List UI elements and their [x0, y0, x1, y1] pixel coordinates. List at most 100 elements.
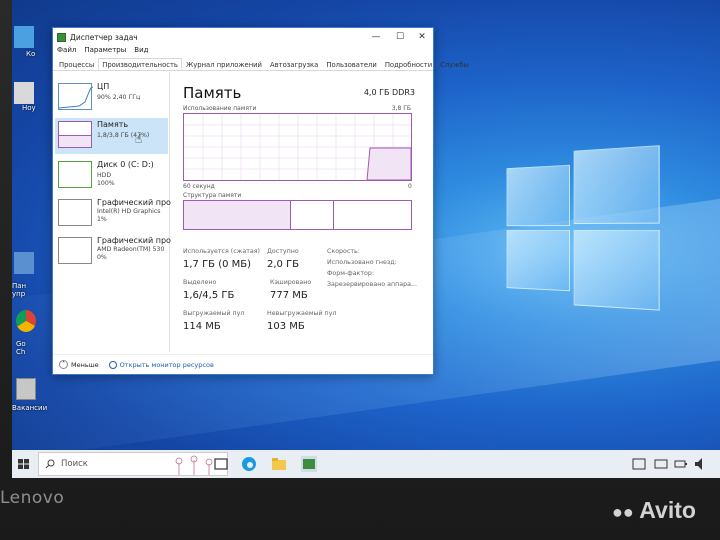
tab-startup[interactable]: Автозагрузка — [266, 58, 322, 70]
network-icon[interactable] — [652, 455, 670, 473]
volume-icon[interactable] — [692, 455, 710, 473]
window-title: Диспетчер задач — [70, 33, 138, 42]
desktop-icon-label: Go Ch — [16, 340, 34, 356]
performance-panel: ЦП 90% 2,40 ГГц Память 1,8/3,8 ГБ (47%) … — [53, 72, 433, 374]
speed-label: Скорость: — [327, 248, 360, 255]
sidebar-item-value: 0% — [97, 254, 107, 261]
committed-label: Выделено — [183, 279, 216, 286]
sidebar-item-value: 1% — [97, 216, 107, 223]
search-placeholder: Поиск — [61, 459, 88, 469]
resource-monitor-label: Открыть монитор ресурсов — [120, 361, 214, 369]
resource-list: ЦП 90% 2,40 ГГц Память 1,8/3,8 ГБ (47%) … — [53, 72, 170, 352]
graph-time-right: 0 — [408, 183, 412, 190]
windows-start-icon — [12, 450, 36, 478]
memory-usage-graph — [183, 113, 412, 181]
sidebar-item-label: ЦП — [97, 82, 109, 91]
search-input[interactable]: Поиск — [38, 452, 228, 476]
memory-spec: 4,0 ГБ DDR3 — [364, 88, 415, 97]
memory-details: Память 4,0 ГБ DDR3 Использование памяти … — [181, 72, 433, 352]
close-button[interactable]: ✕ — [415, 31, 429, 43]
structure-standby — [335, 201, 411, 229]
sidebar-item-cpu[interactable]: ЦП 90% 2,40 ГГц — [55, 80, 168, 116]
logo-pane — [574, 230, 660, 311]
fewer-details-button[interactable]: ˄ Меньше — [59, 360, 99, 369]
in-use-label: Используется (сжатая) — [183, 248, 260, 255]
tab-app-history[interactable]: Журнал приложений — [182, 58, 266, 70]
memory-thumbnail — [58, 121, 92, 148]
usage-graph-label: Использование памяти — [183, 105, 256, 112]
nonpaged-pool-value: 103 МБ — [267, 321, 305, 332]
search-icon — [45, 459, 55, 469]
menu-options[interactable]: Параметры — [84, 46, 126, 58]
gpu-thumbnail — [58, 237, 92, 264]
in-use-value: 1,7 ГБ (0 МБ) — [183, 259, 251, 270]
tab-details[interactable]: Подробности — [381, 58, 436, 70]
taskbar: Поиск — [12, 450, 720, 478]
usage-grid — [184, 114, 411, 180]
sidebar-item-gpu1[interactable]: Графический про AMD Radeon(TM) 530 0% — [55, 234, 168, 270]
computer-icon[interactable] — [14, 26, 34, 48]
sidebar-item-detail: AMD Radeon(TM) 530 — [97, 246, 164, 253]
form-factor-label: Форм-фактор: — [327, 270, 374, 277]
sidebar-item-memory[interactable]: Память 1,8/3,8 ГБ (47%) ☝ — [55, 118, 168, 154]
task-view-icon[interactable] — [212, 455, 230, 473]
fewer-details-label: Меньше — [71, 361, 99, 369]
usage-area — [367, 148, 411, 180]
memory-structure-bar — [183, 200, 412, 230]
nonpaged-pool-label: Невыгружаемый пул — [267, 310, 336, 317]
tab-bar: Процессы Производительность Журнал прило… — [53, 58, 433, 71]
gpu-thumbnail — [58, 199, 92, 226]
logo-pane — [507, 230, 570, 291]
menu-file[interactable]: Файл — [57, 46, 76, 58]
sidebar-item-disk[interactable]: Диск 0 (C: D:) HDD 100% — [55, 158, 168, 194]
menu-view[interactable]: Вид — [134, 46, 148, 58]
avito-dots-icon: ●● — [612, 502, 634, 522]
maximize-button[interactable]: ☐ — [393, 31, 407, 43]
sidebar-item-value: 100% — [97, 180, 115, 187]
structure-label: Структура памяти — [183, 192, 241, 199]
sidebar-item-detail: 90% 2,40 ГГц — [97, 94, 140, 101]
resource-monitor-icon — [109, 361, 117, 369]
cpu-mini-graph — [59, 84, 93, 111]
logo-pane — [574, 145, 660, 224]
desktop-icon-label: Ко — [26, 50, 35, 58]
sidebar-item-label: Графический про — [97, 236, 171, 245]
start-button[interactable] — [12, 450, 36, 478]
mouse-cursor-icon: ☝ — [135, 132, 142, 146]
control-panel-icon[interactable] — [14, 252, 34, 274]
file-explorer-icon[interactable] — [270, 455, 288, 473]
tab-processes[interactable]: Процессы — [55, 58, 98, 70]
tab-users[interactable]: Пользователи — [322, 58, 380, 70]
open-resource-monitor-link[interactable]: Открыть монитор ресурсов — [109, 361, 214, 369]
sidebar-item-detail: HDD — [97, 172, 111, 179]
available-value: 2,0 ГБ — [267, 259, 299, 270]
tablet-icon[interactable] — [630, 455, 648, 473]
desktop-icon-label: Ноу — [22, 104, 36, 112]
notebook-icon[interactable] — [14, 82, 34, 104]
tab-services[interactable]: Службы — [436, 58, 473, 70]
menu-bar: Файл Параметры Вид — [53, 46, 433, 58]
edge-icon[interactable] — [240, 455, 258, 473]
windows-logo — [507, 144, 674, 316]
desktop-icon-label: Вакансии — [12, 404, 47, 412]
sidebar-item-detail: Intel(R) HD Graphics — [97, 208, 161, 215]
cached-value: 777 МБ — [270, 290, 308, 301]
footer: ˄ Меньше Открыть монитор ресурсов — [53, 354, 433, 374]
sidebar-item-label: Диск 0 (C: D:) — [97, 160, 154, 169]
chrome-icon[interactable] — [16, 310, 36, 332]
laptop-bezel: Ко Ноу Пан упр Go Ch Вакансии Диспетчер … — [0, 0, 720, 540]
minimize-button[interactable]: — — [369, 31, 383, 43]
avito-watermark: ●● Avito — [612, 497, 696, 524]
sidebar-item-gpu0[interactable]: Графический про Intel(R) HD Graphics 1% — [55, 196, 168, 232]
logo-pane — [507, 165, 570, 226]
sidebar-item-label: Графический про — [97, 198, 171, 207]
structure-modified — [292, 201, 334, 229]
available-label: Доступно — [267, 248, 299, 255]
task-manager-taskbar-icon[interactable] — [300, 455, 318, 473]
committed-value: 1,6/4,5 ГБ — [183, 290, 234, 301]
graph-time-left: 60 секунд — [183, 183, 215, 190]
tab-performance[interactable]: Производительность — [98, 58, 182, 70]
structure-in-use — [184, 201, 291, 229]
document-icon[interactable] — [16, 378, 36, 400]
battery-icon[interactable] — [672, 455, 690, 473]
